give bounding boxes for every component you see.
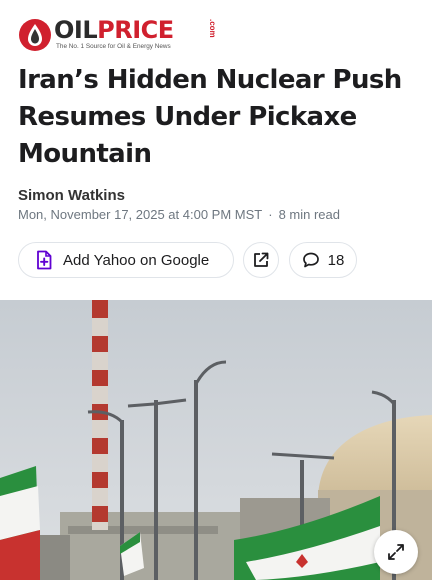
article-title: Iran’s Hidden Nuclear Push Resumes Under…: [18, 65, 402, 169]
article-meta: Mon, November 17, 2025 at 4:00 PM MST · 8 …: [18, 207, 340, 222]
logo-word-oil: OIL: [54, 16, 98, 44]
logo-word-price: PRICE: [97, 16, 174, 44]
hero-photo: [0, 300, 432, 580]
external-share-icon: [254, 252, 269, 267]
yahoo-plus-doc-icon: [37, 250, 52, 270]
read-time: 8 min read: [278, 207, 340, 222]
meta-separator: ·: [268, 207, 273, 222]
add-yahoo-on-google-button[interactable]: Add Yahoo on Google: [18, 242, 234, 278]
oilprice-logo[interactable]: OILPRICE .com The No. 1 Source for Oil &…: [18, 16, 217, 54]
logo-word: OILPRICE: [54, 17, 174, 43]
logo-wordmark: OILPRICE .com The No. 1 Source for Oil &…: [54, 16, 217, 54]
comments-button[interactable]: 18: [289, 242, 357, 278]
logo-tagline: The No. 1 Source for Oil & Energy News: [56, 43, 171, 50]
author-name[interactable]: Simon Watkins: [18, 187, 125, 204]
add-yahoo-label: Add Yahoo on Google: [63, 251, 210, 269]
oil-drop-logo-icon: [19, 19, 51, 51]
expand-arrows-icon: [388, 544, 404, 560]
expand-image-button[interactable]: [374, 530, 418, 574]
comments-count: 18: [327, 251, 345, 269]
article-hero-image[interactable]: [0, 300, 432, 580]
logo-com: .com: [208, 19, 217, 38]
share-button[interactable]: [243, 242, 279, 278]
publish-date: Mon, November 17, 2025 at 4:00 PM MST: [18, 207, 263, 222]
speech-bubble-icon: [302, 252, 319, 268]
